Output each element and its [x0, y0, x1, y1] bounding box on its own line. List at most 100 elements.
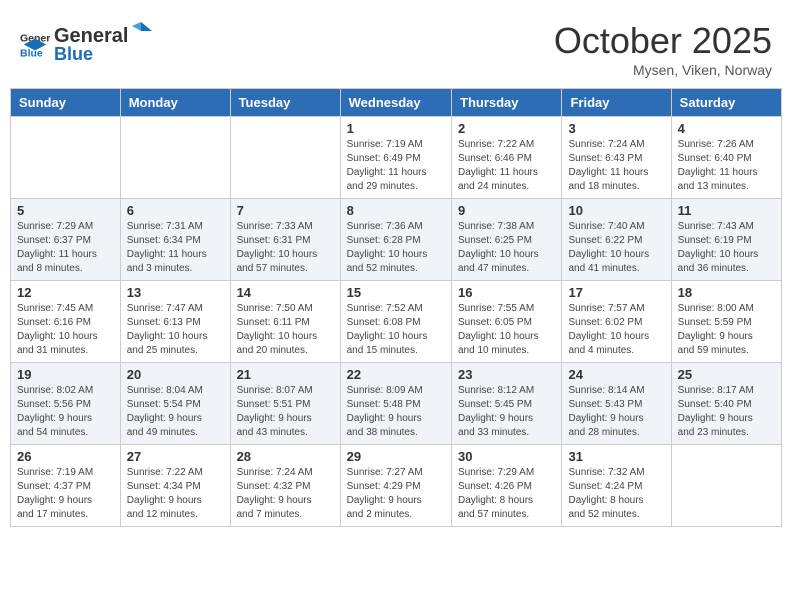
day-header-friday: Friday: [562, 89, 671, 117]
calendar-week-row: 19Sunrise: 8:02 AM Sunset: 5:56 PM Dayli…: [11, 363, 782, 445]
calendar-day-cell: 26Sunrise: 7:19 AM Sunset: 4:37 PM Dayli…: [11, 445, 121, 527]
logo: General Blue General Blue: [20, 20, 154, 65]
calendar-day-cell: 10 Sunrise: 7:40 AM Sunset: 6:22 PM Dayli…: [562, 199, 671, 281]
day-number: 28: [237, 449, 334, 464]
day-number: 2: [458, 121, 555, 136]
day-info: Sunrise: 7:52 AM Sunset: 6:08 PM Dayligh…: [347, 302, 445, 358]
calendar-day-cell: 2 Sunrise: 7:22 AM Sunset: 6:46 PM Daylig…: [452, 117, 562, 199]
day-header-thursday: Thursday: [452, 89, 562, 117]
calendar-table: SundayMondayTuesdayWednesdayThursdayFrid…: [10, 88, 782, 527]
day-info: Sunrise: 7:55 AM Sunset: 6:05 PM Dayligh…: [458, 302, 555, 358]
day-number: 31: [568, 449, 664, 464]
day-number: 20: [127, 367, 224, 382]
calendar-week-row: 5 Sunrise: 7:29 AM Sunset: 6:37 PM Daylig…: [11, 199, 782, 281]
calendar-day-cell: 6 Sunrise: 7:31 AM Sunset: 6:34 PM Daylig…: [120, 199, 230, 281]
day-number: 26: [17, 449, 114, 464]
day-header-saturday: Saturday: [671, 89, 781, 117]
day-info: Sunrise: 8:00 AM Sunset: 5:59 PM Dayligh…: [678, 302, 775, 358]
day-info: Sunrise: 7:24 AM Sunset: 6:43 PM Dayligh…: [568, 138, 664, 194]
day-info: Sunrise: 7:36 AM Sunset: 6:28 PM Dayligh…: [347, 220, 445, 276]
calendar-day-cell: 13Sunrise: 7:47 AM Sunset: 6:13 PM Dayli…: [120, 281, 230, 363]
day-info: Sunrise: 7:27 AM Sunset: 4:29 PM Dayligh…: [347, 466, 445, 522]
day-info: Sunrise: 7:31 AM Sunset: 6:34 PM Dayligh…: [127, 220, 224, 276]
logo-icon: General Blue: [20, 28, 50, 58]
day-number: 25: [678, 367, 775, 382]
calendar-day-cell: 31 Sunrise: 7:32 AM Sunset: 4:24 PM Dayli…: [562, 445, 671, 527]
day-header-tuesday: Tuesday: [230, 89, 340, 117]
day-info: Sunrise: 7:22 AM Sunset: 6:46 PM Dayligh…: [458, 138, 555, 194]
day-number: 29: [347, 449, 445, 464]
calendar-day-cell: 18 Sunrise: 8:00 AM Sunset: 5:59 PM Dayli…: [671, 281, 781, 363]
page-header: General Blue General Blue October 2025 M…: [10, 10, 782, 83]
calendar-day-cell: 9Sunrise: 7:38 AM Sunset: 6:25 PM Daylig…: [452, 199, 562, 281]
calendar-day-cell: 20 Sunrise: 8:04 AM Sunset: 5:54 PM Dayli…: [120, 363, 230, 445]
day-info: Sunrise: 7:47 AM Sunset: 6:13 PM Dayligh…: [127, 302, 224, 358]
day-info: Sunrise: 7:26 AM Sunset: 6:40 PM Dayligh…: [678, 138, 775, 194]
day-header-monday: Monday: [120, 89, 230, 117]
calendar-day-cell: 17 Sunrise: 7:57 AM Sunset: 6:02 PM Dayli…: [562, 281, 671, 363]
calendar-day-cell: 19Sunrise: 8:02 AM Sunset: 5:56 PM Dayli…: [11, 363, 121, 445]
day-number: 21: [237, 367, 334, 382]
day-number: 6: [127, 203, 224, 218]
day-number: 30: [458, 449, 555, 464]
calendar-day-cell: 14 Sunrise: 7:50 AM Sunset: 6:11 PM Dayli…: [230, 281, 340, 363]
day-info: Sunrise: 8:07 AM Sunset: 5:51 PM Dayligh…: [237, 384, 334, 440]
calendar-day-cell: 24Sunrise: 8:14 AM Sunset: 5:43 PM Dayli…: [562, 363, 671, 445]
calendar-day-cell: [671, 445, 781, 527]
calendar-day-cell: 21 Sunrise: 8:07 AM Sunset: 5:51 PM Dayli…: [230, 363, 340, 445]
day-info: Sunrise: 8:09 AM Sunset: 5:48 PM Dayligh…: [347, 384, 445, 440]
day-info: Sunrise: 8:17 AM Sunset: 5:40 PM Dayligh…: [678, 384, 775, 440]
day-number: 15: [347, 285, 445, 300]
calendar-day-cell: [120, 117, 230, 199]
day-info: Sunrise: 7:40 AM Sunset: 6:22 PM Dayligh…: [568, 220, 664, 276]
day-number: 16: [458, 285, 555, 300]
day-number: 19: [17, 367, 114, 382]
day-number: 9: [458, 203, 555, 218]
calendar-day-cell: 11Sunrise: 7:43 AM Sunset: 6:19 PM Dayli…: [671, 199, 781, 281]
calendar-day-cell: 15 Sunrise: 7:52 AM Sunset: 6:08 PM Dayli…: [340, 281, 451, 363]
day-info: Sunrise: 7:24 AM Sunset: 4:32 PM Dayligh…: [237, 466, 334, 522]
day-number: 3: [568, 121, 664, 136]
day-info: Sunrise: 7:32 AM Sunset: 4:24 PM Dayligh…: [568, 466, 664, 522]
day-info: Sunrise: 7:50 AM Sunset: 6:11 PM Dayligh…: [237, 302, 334, 358]
day-info: Sunrise: 7:45 AM Sunset: 6:16 PM Dayligh…: [17, 302, 114, 358]
calendar-day-cell: 12 Sunrise: 7:45 AM Sunset: 6:16 PM Dayli…: [11, 281, 121, 363]
day-info: Sunrise: 7:29 AM Sunset: 4:26 PM Dayligh…: [458, 466, 555, 522]
day-number: 27: [127, 449, 224, 464]
calendar-day-cell: 22Sunrise: 8:09 AM Sunset: 5:48 PM Dayli…: [340, 363, 451, 445]
calendar-day-cell: 3 Sunrise: 7:24 AM Sunset: 6:43 PM Daylig…: [562, 117, 671, 199]
title-block: October 2025 Mysen, Viken, Norway: [554, 20, 772, 78]
calendar-week-row: 12 Sunrise: 7:45 AM Sunset: 6:16 PM Dayli…: [11, 281, 782, 363]
day-number: 5: [17, 203, 114, 218]
day-info: Sunrise: 7:22 AM Sunset: 4:34 PM Dayligh…: [127, 466, 224, 522]
day-number: 10: [568, 203, 664, 218]
day-number: 12: [17, 285, 114, 300]
day-info: Sunrise: 7:29 AM Sunset: 6:37 PM Dayligh…: [17, 220, 114, 276]
location-subtitle: Mysen, Viken, Norway: [554, 62, 772, 78]
calendar-day-cell: 5 Sunrise: 7:29 AM Sunset: 6:37 PM Daylig…: [11, 199, 121, 281]
calendar-header-row: SundayMondayTuesdayWednesdayThursdayFrid…: [11, 89, 782, 117]
day-header-sunday: Sunday: [11, 89, 121, 117]
calendar-day-cell: 30 Sunrise: 7:29 AM Sunset: 4:26 PM Dayli…: [452, 445, 562, 527]
calendar-day-cell: 1Sunrise: 7:19 AM Sunset: 6:49 PM Daylig…: [340, 117, 451, 199]
calendar-day-cell: 23Sunrise: 8:12 AM Sunset: 5:45 PM Dayli…: [452, 363, 562, 445]
calendar-day-cell: 28 Sunrise: 7:24 AM Sunset: 4:32 PM Dayli…: [230, 445, 340, 527]
svg-text:Blue: Blue: [20, 47, 43, 58]
day-info: Sunrise: 8:14 AM Sunset: 5:43 PM Dayligh…: [568, 384, 664, 440]
calendar-day-cell: 29 Sunrise: 7:27 AM Sunset: 4:29 PM Dayli…: [340, 445, 451, 527]
calendar-week-row: 1Sunrise: 7:19 AM Sunset: 6:49 PM Daylig…: [11, 117, 782, 199]
calendar-day-cell: 16 Sunrise: 7:55 AM Sunset: 6:05 PM Dayli…: [452, 281, 562, 363]
day-number: 17: [568, 285, 664, 300]
day-info: Sunrise: 7:43 AM Sunset: 6:19 PM Dayligh…: [678, 220, 775, 276]
day-number: 14: [237, 285, 334, 300]
day-info: Sunrise: 7:33 AM Sunset: 6:31 PM Dayligh…: [237, 220, 334, 276]
day-info: Sunrise: 7:57 AM Sunset: 6:02 PM Dayligh…: [568, 302, 664, 358]
day-number: 18: [678, 285, 775, 300]
calendar-day-cell: [230, 117, 340, 199]
day-number: 7: [237, 203, 334, 218]
day-header-wednesday: Wednesday: [340, 89, 451, 117]
day-number: 4: [678, 121, 775, 136]
day-info: Sunrise: 8:04 AM Sunset: 5:54 PM Dayligh…: [127, 384, 224, 440]
calendar-day-cell: [11, 117, 121, 199]
calendar-day-cell: 4 Sunrise: 7:26 AM Sunset: 6:40 PM Daylig…: [671, 117, 781, 199]
